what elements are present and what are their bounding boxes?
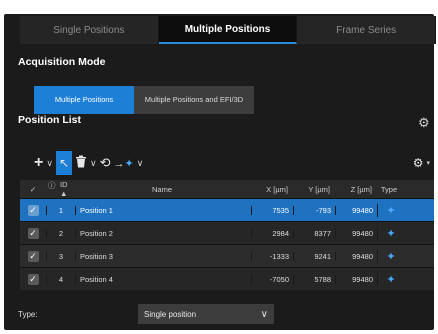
row-name: Position 3	[75, 251, 251, 261]
row-x: 2984	[251, 228, 293, 238]
row-name: Position 4	[75, 274, 251, 284]
type-label: Type:	[18, 309, 38, 319]
header-y[interactable]: Y [µm]	[292, 185, 334, 194]
gear-dropdown-icon: ⚙	[412, 156, 424, 170]
chevron-down-icon: ∨	[136, 157, 144, 168]
acquisition-mode-title: Acquisition Mode	[18, 56, 106, 68]
delete-position-button[interactable]: ∨	[75, 151, 97, 175]
row-z: 99480	[335, 205, 377, 215]
row-name: Position 2	[75, 228, 251, 238]
mode-multiple-positions-efi3d-button[interactable]: Multiple Positions and EFI/3D	[134, 86, 254, 114]
positions-panel: Single Positions Multiple Positions Fram…	[4, 14, 437, 330]
gear-icon[interactable]: ⚙	[418, 115, 430, 131]
move-to-icon: →✦	[113, 157, 134, 170]
tab-single-positions[interactable]: Single Positions	[20, 16, 159, 44]
row-checkbox[interactable]: ✓	[27, 227, 39, 239]
row-z: 99480	[335, 228, 377, 238]
header-x[interactable]: X [µm]	[250, 185, 292, 194]
table-row[interactable]: ✓ 2 Position 2 2984 8377 99480 ✦	[20, 221, 434, 244]
row-x: 7535	[251, 205, 293, 215]
row-name: Position 1	[75, 205, 251, 215]
position-list-title: Position List	[18, 114, 81, 126]
header-z[interactable]: Z [µm]	[334, 185, 376, 194]
chevron-down-icon: ∨	[90, 157, 97, 168]
list-options-button[interactable]: ⚙ ▾	[413, 151, 430, 175]
type-select-value: Single position	[144, 309, 197, 319]
add-position-button[interactable]: + ∨	[34, 151, 53, 175]
header-name[interactable]: Name	[74, 185, 250, 194]
row-z: 99480	[335, 274, 377, 284]
header-check[interactable]: ✓	[20, 185, 46, 194]
type-field: Type: Single position ∨	[18, 302, 434, 326]
row-checkbox[interactable]: ✓	[27, 204, 39, 216]
chevron-down-icon: ∨	[260, 308, 268, 320]
row-x: -1333	[251, 251, 293, 261]
tab-bar: Single Positions Multiple Positions Fram…	[20, 16, 437, 44]
plus-icon: +	[34, 154, 44, 171]
position-list-toolbar: + ∨ ↖ ∨ ⟲ →✦ ∨ ⚙ ▾	[34, 150, 436, 176]
row-id: 2	[46, 228, 75, 238]
row-checkbox[interactable]: ✓	[27, 250, 39, 262]
tab-frame-series[interactable]: Frame Series	[297, 16, 437, 44]
info-icon: ⓘ	[48, 181, 56, 190]
chevron-down-icon: ∨	[46, 157, 53, 168]
table-row[interactable]: ✓ 1 Position 1 7535 -793 99480 ✦	[20, 198, 434, 221]
cursor-select-icon: ↖	[58, 156, 69, 170]
table-header: ✓ ⓘ ID ▲ Name X [µm] Y [µm] Z [µm] Type	[20, 180, 434, 198]
sparkle-icon: ✦	[377, 203, 404, 217]
row-y: 8377	[293, 228, 335, 238]
table-row[interactable]: ✓ 3 Position 3 -1333 9241 99480 ✦	[20, 244, 434, 267]
update-position-button[interactable]: ⟲	[100, 151, 111, 175]
row-id: 3	[46, 251, 75, 261]
trash-icon	[75, 155, 87, 171]
row-checkbox[interactable]: ✓	[27, 273, 39, 285]
table-row[interactable]: ✓ 4 Position 4 -7050 5788 99480 ✦	[20, 267, 434, 290]
row-y: -793	[293, 205, 335, 215]
sparkle-icon: ✦	[377, 272, 404, 286]
move-to-position-button[interactable]: →✦ ∨	[114, 151, 144, 175]
select-mode-button[interactable]: ↖	[55, 151, 72, 175]
acquisition-mode-toggle: Multiple Positions Multiple Positions an…	[34, 86, 254, 114]
sparkle-icon: ✦	[377, 226, 404, 240]
row-y: 5788	[293, 274, 335, 284]
header-id[interactable]: ⓘ ID ▲	[46, 180, 74, 198]
tab-multiple-positions[interactable]: Multiple Positions	[158, 16, 298, 44]
refresh-position-icon: ⟲	[99, 155, 111, 170]
row-id: 1	[46, 205, 75, 215]
mode-multiple-positions-button[interactable]: Multiple Positions	[34, 86, 134, 114]
type-select[interactable]: Single position ∨	[138, 304, 274, 324]
row-x: -7050	[251, 274, 293, 284]
row-y: 9241	[293, 251, 335, 261]
row-id: 4	[46, 274, 75, 284]
header-type[interactable]: Type	[376, 185, 402, 194]
row-z: 99480	[335, 251, 377, 261]
sparkle-icon: ✦	[377, 249, 404, 263]
position-table: ✓ ⓘ ID ▲ Name X [µm] Y [µm] Z [µm] Type …	[20, 180, 434, 290]
chevron-down-icon: ▾	[426, 160, 430, 167]
